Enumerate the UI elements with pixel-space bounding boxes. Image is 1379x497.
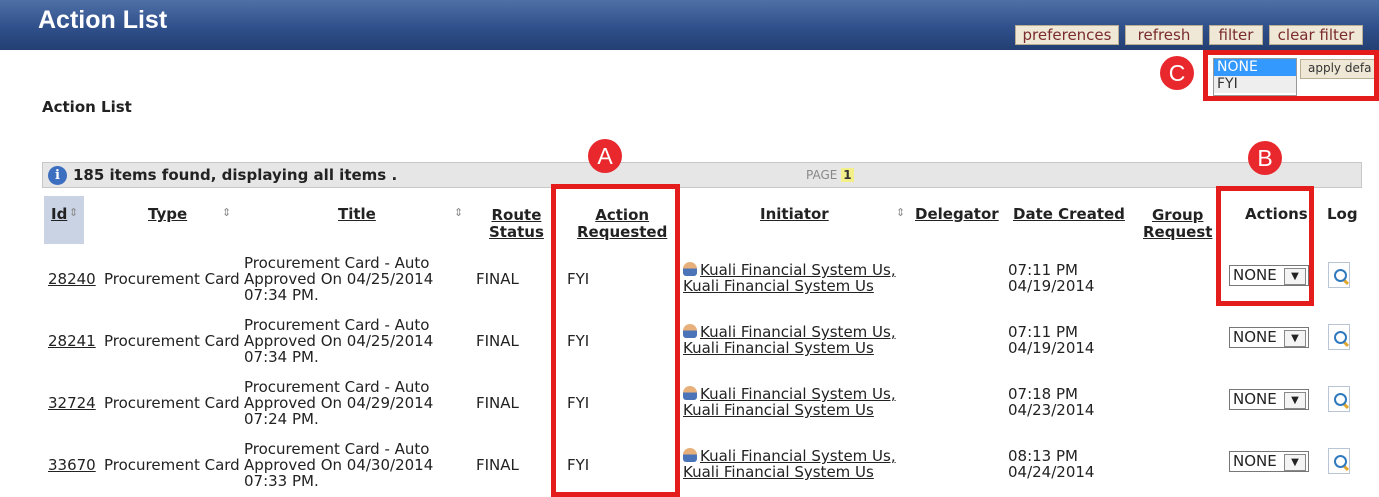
- sort-title-link[interactable]: Title: [338, 205, 376, 223]
- sort-route-status-link-2[interactable]: Status: [489, 223, 544, 241]
- app-title: Action List: [38, 6, 168, 34]
- sort-route-status-link[interactable]: Route: [491, 206, 541, 224]
- initiator-link[interactable]: Kuali Financial System Us: [683, 277, 874, 295]
- type-cell: Procurement Card: [104, 394, 240, 412]
- route-status-cell: FINAL: [476, 456, 519, 474]
- log-icon[interactable]: [1328, 448, 1350, 474]
- route-status-cell: FINAL: [476, 332, 519, 350]
- user-icon: [683, 386, 697, 400]
- type-cell: Procurement Card: [104, 456, 240, 474]
- date-created-cell: 07:18 PM 04/23/2014: [1008, 386, 1094, 418]
- select-value: NONE: [1233, 328, 1277, 346]
- column-header-log: Log: [1327, 205, 1358, 223]
- header-bar: Action List preferences refresh filter c…: [0, 0, 1379, 50]
- title-cell: Procurement Card - Auto Approved On 04/25…: [244, 317, 433, 365]
- sort-type-link[interactable]: Type: [148, 205, 187, 223]
- page-label: PAGE: [806, 168, 838, 182]
- document-id-link[interactable]: 32724: [48, 395, 96, 411]
- annotation-badge-c: C: [1160, 56, 1194, 90]
- column-header-id[interactable]: Id: [51, 206, 67, 223]
- sort-arrows-icon[interactable]: ⇕: [896, 206, 905, 219]
- initiator-cell[interactable]: Kuali Financial System Us, Kuali Financia…: [683, 262, 896, 294]
- refresh-button[interactable]: refresh: [1125, 25, 1203, 45]
- results-info-bar: i 185 items found, displaying all items …: [42, 162, 1362, 188]
- user-icon: [683, 324, 697, 338]
- type-cell: Procurement Card: [104, 270, 240, 288]
- sort-id-link[interactable]: Id: [51, 205, 67, 223]
- title-line: 07:34 PM.: [244, 348, 319, 366]
- date-text: 04/23/2014: [1008, 401, 1095, 419]
- sort-delegator-link[interactable]: Delegator: [915, 205, 999, 223]
- annotation-box-b: [1216, 186, 1314, 306]
- log-icon[interactable]: [1328, 324, 1350, 350]
- initiator-cell[interactable]: Kuali Financial System Us, Kuali Financia…: [683, 324, 896, 356]
- date-text: 04/19/2014: [1008, 277, 1095, 295]
- sort-date-created-link[interactable]: Date Created: [1013, 205, 1125, 223]
- route-status-cell: FINAL: [476, 394, 519, 412]
- sort-initiator-link[interactable]: Initiator: [760, 205, 829, 223]
- document-id-link[interactable]: 33670: [48, 457, 96, 473]
- select-value: NONE: [1233, 452, 1277, 470]
- user-icon: [683, 448, 697, 462]
- id-link[interactable]: 33670: [48, 456, 96, 474]
- column-header-type[interactable]: Type: [148, 206, 187, 223]
- initiator-link[interactable]: Kuali Financial System Us: [683, 463, 874, 481]
- row-action-select[interactable]: NONE ▼: [1229, 327, 1309, 348]
- page-number-link[interactable]: 1: [841, 168, 854, 182]
- column-header-title[interactable]: Title: [338, 206, 376, 223]
- annotation-badge-a: A: [588, 139, 622, 173]
- title-line: 07:24 PM.: [244, 410, 319, 428]
- document-id-link[interactable]: 28240: [48, 271, 96, 287]
- pagination: PAGE 1: [806, 168, 854, 182]
- annotation-box-c: [1203, 50, 1379, 101]
- results-count-text: 185 items found, displaying all items .: [73, 166, 398, 184]
- id-link[interactable]: 32724: [48, 394, 96, 412]
- column-header-group-request[interactable]: Group Request: [1143, 207, 1212, 241]
- initiator-cell[interactable]: Kuali Financial System Us, Kuali Financia…: [683, 448, 896, 480]
- initiator-link[interactable]: Kuali Financial System Us: [683, 401, 874, 419]
- initiator-link[interactable]: Kuali Financial System Us: [683, 339, 874, 357]
- filter-button[interactable]: filter: [1209, 25, 1263, 45]
- log-icon[interactable]: [1328, 262, 1350, 288]
- initiator-cell[interactable]: Kuali Financial System Us, Kuali Financia…: [683, 386, 896, 418]
- id-link[interactable]: 28240: [48, 270, 96, 288]
- title-line: 07:33 PM.: [244, 472, 319, 490]
- document-id-link[interactable]: 28241: [48, 333, 96, 349]
- title-cell: Procurement Card - Auto Approved On 04/29…: [244, 379, 433, 427]
- id-link[interactable]: 28241: [48, 332, 96, 350]
- preferences-button[interactable]: preferences: [1015, 25, 1119, 45]
- column-header-initiator[interactable]: Initiator: [760, 206, 829, 223]
- clear-filter-button[interactable]: clear filter: [1269, 25, 1363, 45]
- date-text: 04/19/2014: [1008, 339, 1095, 357]
- row-action-select[interactable]: NONE ▼: [1229, 389, 1309, 410]
- date-text: 04/24/2014: [1008, 463, 1095, 481]
- chevron-down-icon[interactable]: ▼: [1284, 392, 1306, 409]
- date-created-cell: 07:11 PM 04/19/2014: [1008, 262, 1094, 294]
- date-created-cell: 07:11 PM 04/19/2014: [1008, 324, 1094, 356]
- type-cell: Procurement Card: [104, 332, 240, 350]
- page-title: Action List: [42, 98, 132, 116]
- annotation-box-a: [551, 184, 680, 497]
- column-header-route-status[interactable]: Route Status: [489, 207, 544, 241]
- select-value: NONE: [1233, 390, 1277, 408]
- sort-arrows-icon[interactable]: ⇕: [454, 206, 463, 219]
- title-cell: Procurement Card - Auto Approved On 04/25…: [244, 255, 433, 303]
- column-header-date-created[interactable]: Date Created: [1013, 206, 1125, 223]
- route-status-cell: FINAL: [476, 270, 519, 288]
- sort-group-request-link-2[interactable]: Request: [1143, 223, 1212, 241]
- title-line: 07:34 PM.: [244, 286, 319, 304]
- annotation-badge-b: B: [1248, 141, 1282, 175]
- row-action-select[interactable]: NONE ▼: [1229, 451, 1309, 472]
- title-cell: Procurement Card - Auto Approved On 04/30…: [244, 441, 433, 489]
- sort-arrows-icon[interactable]: ⇕: [69, 206, 78, 219]
- user-icon: [683, 262, 697, 276]
- info-icon: i: [48, 166, 67, 185]
- log-icon[interactable]: [1328, 386, 1350, 412]
- date-created-cell: 08:13 PM 04/24/2014: [1008, 448, 1094, 480]
- sort-arrows-icon[interactable]: ⇕: [222, 206, 231, 219]
- chevron-down-icon[interactable]: ▼: [1284, 330, 1306, 347]
- chevron-down-icon[interactable]: ▼: [1284, 454, 1306, 471]
- sort-group-request-link[interactable]: Group: [1152, 206, 1203, 224]
- column-header-delegator[interactable]: Delegator: [915, 206, 999, 223]
